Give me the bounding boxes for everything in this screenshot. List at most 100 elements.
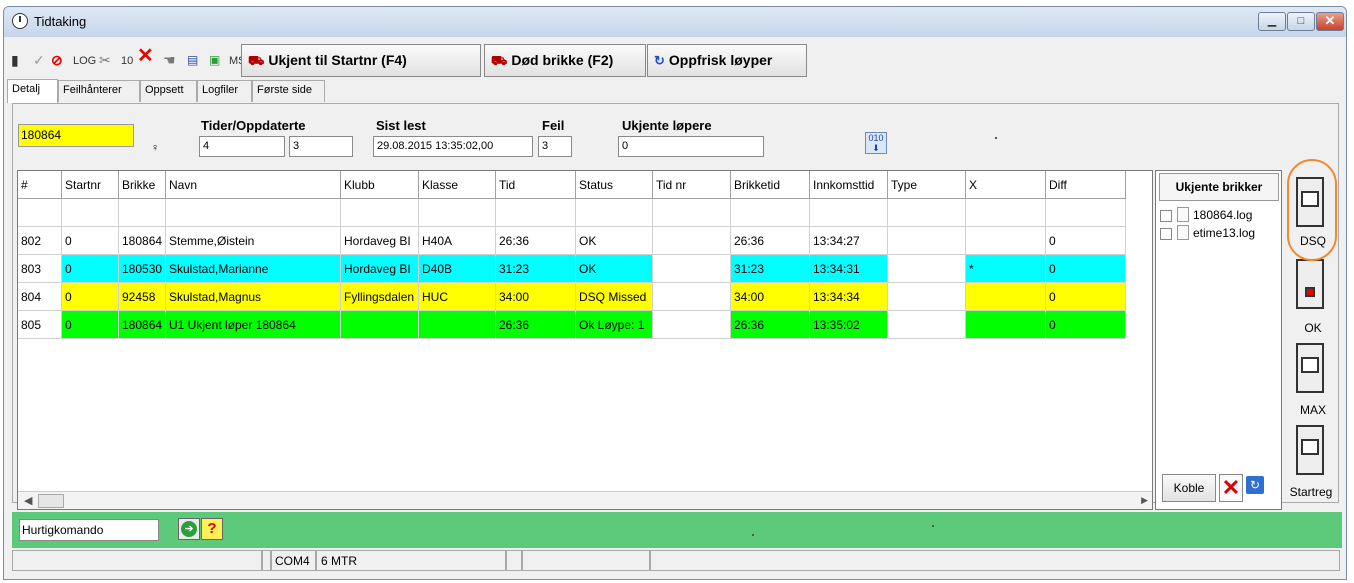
checkbox[interactable]: [1160, 210, 1172, 222]
table-cell[interactable]: Hordaveg BI: [341, 255, 419, 283]
table-cell[interactable]: U1 Ukjent løper 180864: [166, 311, 341, 339]
table-cell[interactable]: 34:00: [496, 283, 576, 311]
column-header[interactable]: Klubb: [341, 171, 419, 199]
table-row[interactable]: 804 0 92458 Skulstad,Magnus Fyllingsdalen HUC…: [18, 283, 1144, 311]
column-header[interactable]: #: [18, 171, 62, 199]
tab-logfiler[interactable]: Logfiler: [197, 80, 252, 102]
table-cell[interactable]: [888, 199, 966, 227]
checkbox[interactable]: [1160, 228, 1172, 240]
table-cell[interactable]: 26:36: [731, 227, 810, 255]
times-field[interactable]: 4: [199, 136, 285, 157]
refresh-icon[interactable]: ↻: [1246, 476, 1264, 494]
updated-field[interactable]: 3: [289, 136, 353, 157]
table-cell[interactable]: *: [966, 255, 1046, 283]
table-cell[interactable]: OK: [576, 255, 653, 283]
delete-icon[interactable]: ✕: [137, 46, 154, 66]
table-cell[interactable]: 13:35:02: [810, 311, 888, 339]
scissors-icon[interactable]: ✂: [99, 52, 111, 68]
table-cell[interactable]: [888, 255, 966, 283]
table-cell[interactable]: [810, 199, 888, 227]
minimize-button[interactable]: ▁: [1258, 12, 1286, 31]
table-cell[interactable]: 0: [62, 311, 119, 339]
column-header[interactable]: Innkomsttid: [810, 171, 888, 199]
close-button[interactable]: ✕: [1316, 12, 1344, 31]
table-cell[interactable]: [966, 199, 1046, 227]
door-icon[interactable]: ▮: [11, 52, 19, 68]
table-row[interactable]: 802 0 180864 Stemme,Øistein Hordaveg BI H40A 2…: [18, 227, 1144, 255]
column-header[interactable]: Tid nr: [653, 171, 731, 199]
ok-switch-icon[interactable]: [1296, 259, 1324, 309]
table-cell[interactable]: D40B: [419, 255, 496, 283]
column-header[interactable]: Startnr: [62, 171, 119, 199]
results-grid[interactable]: # Startnr Brikke Navn Klubb Klasse Tid S…: [17, 170, 1153, 510]
scroll-left-icon[interactable]: ◀: [24, 494, 32, 507]
log-button[interactable]: LOG: [73, 55, 96, 67]
list-item[interactable]: etime13.log: [1160, 225, 1280, 242]
tab-oppsett[interactable]: Oppsett: [140, 80, 197, 102]
hand-icon[interactable]: ☚: [163, 52, 176, 68]
table-cell[interactable]: 803: [18, 255, 62, 283]
table-cell[interactable]: [419, 199, 496, 227]
check-icon[interactable]: ✓: [33, 52, 45, 68]
table-cell[interactable]: [419, 311, 496, 339]
table-cell[interactable]: 180864: [119, 227, 166, 255]
table-cell[interactable]: 0: [62, 227, 119, 255]
table-cell[interactable]: [653, 199, 731, 227]
column-header[interactable]: Navn: [166, 171, 341, 199]
column-header[interactable]: Tid: [496, 171, 576, 199]
table-cell[interactable]: 0: [1046, 283, 1126, 311]
tab-detalj[interactable]: Detalj: [7, 79, 58, 103]
table-cell[interactable]: [966, 227, 1046, 255]
download-icon[interactable]: 010 ⬇: [865, 132, 887, 154]
column-header[interactable]: Diff: [1046, 171, 1126, 199]
column-header[interactable]: Type: [888, 171, 966, 199]
table-cell[interactable]: [496, 199, 576, 227]
quick-command-input[interactable]: Hurtigkomando: [19, 519, 159, 541]
table-cell[interactable]: [731, 199, 810, 227]
horizontal-scrollbar[interactable]: ◀ ▶: [18, 491, 1152, 509]
table-cell[interactable]: [888, 283, 966, 311]
help-button[interactable]: ?: [201, 518, 223, 540]
refresh-doc-icon[interactable]: ▣: [209, 52, 220, 68]
table-cell[interactable]: 13:34:27: [810, 227, 888, 255]
table-cell[interactable]: [966, 283, 1046, 311]
table-cell[interactable]: Stemme,Øistein: [166, 227, 341, 255]
scroll-right-icon[interactable]: ▶: [1141, 495, 1148, 506]
tab-forste-side[interactable]: Første side: [252, 80, 325, 102]
connect-button[interactable]: Koble: [1162, 474, 1216, 502]
table-cell[interactable]: 26:36: [496, 311, 576, 339]
table-cell[interactable]: DSQ Missed: [576, 283, 653, 311]
table-cell[interactable]: 0: [1046, 311, 1126, 339]
column-header[interactable]: Brikke: [119, 171, 166, 199]
table-cell[interactable]: [576, 199, 653, 227]
table-row[interactable]: 803 0 180530 Skulstad,Marianne Hordaveg BI D4…: [18, 255, 1144, 283]
dead-chip-button[interactable]: ⛟ Død brikke (F2): [484, 44, 646, 77]
table-row[interactable]: [18, 199, 1144, 227]
table-cell[interactable]: 0: [1046, 255, 1126, 283]
table-cell[interactable]: [62, 199, 119, 227]
table-cell[interactable]: Fyllingsdalen: [341, 283, 419, 311]
stop-icon[interactable]: ⊘: [51, 52, 63, 68]
scrollbar-thumb[interactable]: [38, 494, 64, 508]
table-cell[interactable]: [1046, 199, 1126, 227]
ten-button[interactable]: 10: [121, 55, 133, 67]
table-cell[interactable]: [119, 199, 166, 227]
table-cell[interactable]: Ok Løype: 1: [576, 311, 653, 339]
table-row[interactable]: 805 0 180864 U1 Ukjent løper 180864 26:36 Ok …: [18, 311, 1144, 339]
table-cell[interactable]: [653, 227, 731, 255]
table-cell[interactable]: 26:36: [731, 311, 810, 339]
maximize-button[interactable]: □: [1287, 12, 1315, 31]
table-cell[interactable]: 804: [18, 283, 62, 311]
table-cell[interactable]: OK: [576, 227, 653, 255]
table-cell[interactable]: 0: [1046, 227, 1126, 255]
table-cell[interactable]: 180864: [119, 311, 166, 339]
card-icon[interactable]: ▤: [187, 52, 198, 68]
table-cell[interactable]: [653, 311, 731, 339]
table-cell[interactable]: 180530: [119, 255, 166, 283]
table-cell[interactable]: 805: [18, 311, 62, 339]
table-cell[interactable]: 802: [18, 227, 62, 255]
table-cell[interactable]: [966, 311, 1046, 339]
refresh-courses-button[interactable]: ↻ Oppfrisk løyper: [647, 44, 807, 77]
last-read-field[interactable]: 29.08.2015 13:35:02,00: [373, 136, 533, 157]
table-cell[interactable]: 31:23: [731, 255, 810, 283]
